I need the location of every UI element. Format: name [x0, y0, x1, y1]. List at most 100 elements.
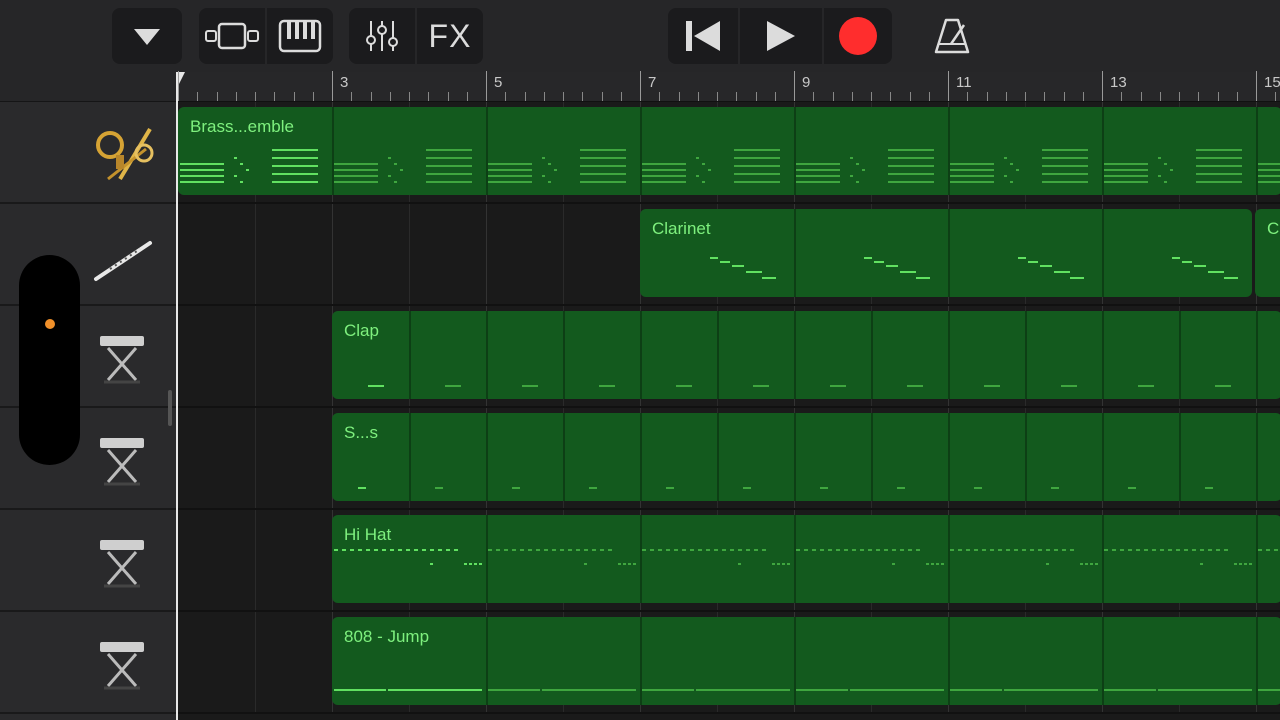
- midi-note: [1164, 163, 1167, 165]
- region-clarinet-2[interactable]: C: [1255, 209, 1280, 297]
- midi-note: [722, 549, 726, 551]
- region-ss[interactable]: S...s: [332, 413, 1280, 501]
- midi-note: [544, 549, 548, 551]
- midi-note: [642, 689, 694, 691]
- tracks-view-button[interactable]: [199, 8, 265, 64]
- midi-note: [272, 157, 318, 159]
- ruler-tick: [1236, 92, 1238, 101]
- midi-note: [754, 549, 758, 551]
- midi-note: [1085, 563, 1088, 565]
- header-resize-handle[interactable]: [168, 390, 172, 426]
- track-header-808[interactable]: [0, 612, 176, 714]
- midi-note: [374, 549, 378, 551]
- midi-note: [796, 181, 840, 183]
- midi-note: [422, 549, 426, 551]
- midi-note: [974, 487, 982, 489]
- midi-note: [592, 549, 596, 551]
- region-hihat[interactable]: Hi Hat: [332, 515, 1280, 603]
- midi-note: [666, 487, 674, 489]
- keyboard-icon: [278, 19, 322, 53]
- ruler-tick: [659, 92, 661, 101]
- region-loop-divider: [717, 413, 719, 501]
- midi-note: [868, 549, 872, 551]
- mixer-button[interactable]: [349, 8, 415, 64]
- midi-note: [888, 157, 934, 159]
- midi-note: [1196, 157, 1242, 159]
- midi-note: [1258, 169, 1280, 171]
- region-loop-divider: [1102, 413, 1104, 501]
- track-lane-hihat[interactable]: Hi Hat: [178, 510, 1280, 612]
- midi-note: [1112, 549, 1116, 551]
- midi-note: [479, 563, 482, 565]
- midi-note: [696, 689, 790, 691]
- midi-note: [1200, 549, 1204, 551]
- midi-note: [856, 163, 859, 165]
- midi-note: [702, 181, 705, 183]
- midi-note: [916, 549, 920, 551]
- region-loop-divider: [948, 413, 950, 501]
- midi-note: [522, 385, 538, 387]
- ruler-tick: [794, 71, 795, 101]
- track-lane-clarinet[interactable]: Clarinet C: [178, 204, 1280, 306]
- region-clarinet[interactable]: Clarinet: [640, 209, 1252, 297]
- midi-note: [580, 157, 626, 159]
- volume-slider-knob[interactable]: [45, 319, 55, 329]
- triangle-down-icon: [134, 29, 160, 45]
- ruler-tick: [620, 92, 622, 101]
- midi-note: [674, 549, 678, 551]
- track-header-brass[interactable]: [0, 102, 176, 204]
- midi-note: [568, 549, 572, 551]
- midi-note: [1040, 265, 1052, 267]
- region-brass[interactable]: Brass...emble: [178, 107, 1280, 195]
- midi-note: [512, 487, 520, 489]
- midi-note: [1258, 181, 1280, 183]
- midi-note: [1006, 549, 1010, 551]
- skip-back-button[interactable]: [668, 8, 738, 64]
- midi-note: [334, 549, 338, 551]
- volume-slider[interactable]: [19, 255, 80, 465]
- midi-note: [1028, 261, 1038, 263]
- track-lane-808[interactable]: 808 - Jump: [178, 612, 1280, 714]
- midi-note: [1196, 149, 1242, 151]
- region-loop-divider: [409, 311, 411, 399]
- midi-note: [618, 563, 621, 565]
- track-header-hihat[interactable]: [0, 510, 176, 612]
- grid-line: [255, 204, 256, 304]
- grid-line: [486, 204, 487, 304]
- midi-note: [1192, 549, 1196, 551]
- track-lane-brass[interactable]: Brass...emble: [178, 102, 1280, 204]
- midi-note: [180, 163, 224, 165]
- midi-note: [576, 549, 580, 551]
- region-loop-divider: [640, 617, 642, 705]
- midi-note: [1258, 549, 1262, 551]
- metronome-button[interactable]: [922, 8, 982, 64]
- fx-button[interactable]: FX: [417, 8, 483, 64]
- ruler-tick: [1121, 92, 1123, 101]
- midi-note: [528, 549, 532, 551]
- record-button[interactable]: [824, 8, 892, 64]
- region-loop-divider: [1179, 413, 1181, 501]
- midi-note: [454, 549, 458, 551]
- track-lane-clap[interactable]: Clap: [178, 306, 1280, 408]
- bar-ruler[interactable]: 3 5 7 9 11 13 15: [178, 71, 1280, 102]
- ruler-tick: [1217, 92, 1219, 101]
- midi-note: [850, 157, 853, 159]
- midi-note: [580, 181, 626, 183]
- midi-note: [426, 149, 472, 151]
- keyboard-button[interactable]: [267, 8, 333, 64]
- midi-note: [1258, 175, 1280, 177]
- midi-note: [950, 169, 994, 171]
- playhead[interactable]: [178, 72, 185, 86]
- midi-note: [950, 181, 994, 183]
- midi-note: [1258, 163, 1280, 165]
- midi-note: [926, 563, 929, 565]
- midi-note: [862, 169, 865, 171]
- dropdown-button[interactable]: [112, 8, 182, 64]
- play-button[interactable]: [740, 8, 822, 64]
- midi-note: [388, 689, 482, 691]
- midi-note: [658, 549, 662, 551]
- region-808[interactable]: 808 - Jump: [332, 617, 1280, 705]
- track-lane-ss[interactable]: S...s: [178, 408, 1280, 510]
- midi-note: [504, 549, 508, 551]
- region-clap[interactable]: Clap: [332, 311, 1280, 399]
